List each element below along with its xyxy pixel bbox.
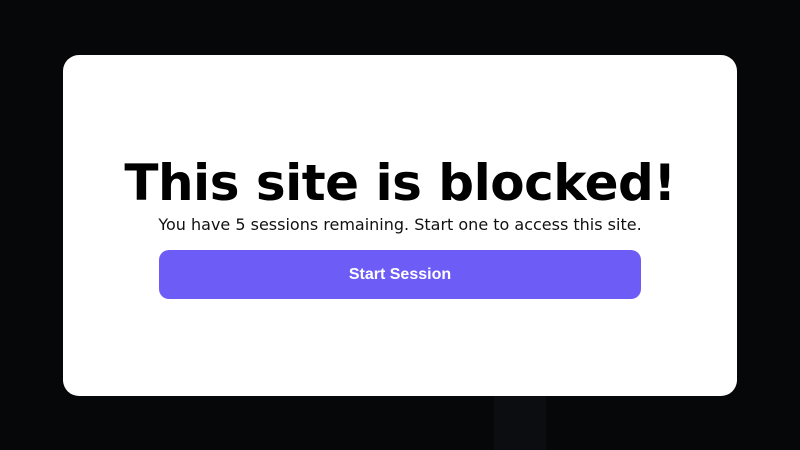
blocked-site-card: This site is blocked! You have 5 session… [63,55,737,396]
start-session-button[interactable]: Start Session [159,250,641,299]
background-panel [494,396,546,450]
blocked-headline: This site is blocked! [124,154,676,212]
sessions-remaining-message: You have 5 sessions remaining. Start one… [158,215,642,234]
